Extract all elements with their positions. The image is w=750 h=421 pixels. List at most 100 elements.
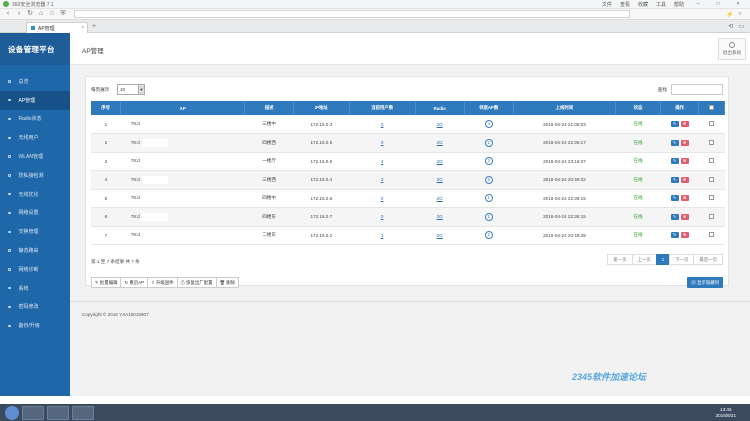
edit-row-button[interactable]: ✎: [670, 176, 679, 183]
row-checkbox[interactable]: [709, 121, 715, 126]
table-row[interactable]: 6 78:d 四楼东 172.16.0.7 0 2G 1 2016-04-24 22:36:1…: [91, 207, 725, 227]
sidebar-item-system[interactable]: 系统: [0, 279, 70, 298]
sidebar-item-network-settings[interactable]: 网络设置: [0, 204, 70, 223]
menu-tools[interactable]: 工具: [656, 1, 666, 8]
factory-reset-button[interactable]: ⚠ 恢复出厂配置: [176, 277, 217, 288]
edit-row-button[interactable]: ✎: [670, 139, 679, 146]
col-header-radio[interactable]: Radio: [415, 101, 465, 115]
neighbors-badge[interactable]: 1: [484, 212, 493, 221]
users-link[interactable]: 0: [381, 214, 384, 219]
col-header-ip[interactable]: IP地址: [293, 101, 350, 115]
lightning-icon[interactable]: ⚡: [726, 11, 733, 18]
start-button[interactable]: [5, 405, 19, 420]
taskbar-browser-icon[interactable]: [47, 405, 69, 420]
delete-row-button[interactable]: ✖: [680, 158, 689, 165]
users-link[interactable]: 0: [381, 140, 384, 145]
radio-link[interactable]: 2G: [437, 140, 443, 145]
col-header-no[interactable]: 序号: [91, 101, 122, 115]
sidebar-item-backup-upgrade[interactable]: 备份/升级: [0, 316, 70, 335]
taskbar-explorer-icon[interactable]: [22, 405, 44, 420]
last-page-button[interactable]: 最后一页: [693, 254, 723, 265]
menu-file[interactable]: 文件: [602, 1, 612, 8]
url-input[interactable]: [74, 10, 630, 18]
users-link[interactable]: 2: [381, 122, 384, 127]
minimize-icon[interactable]: –: [692, 1, 704, 7]
row-checkbox[interactable]: [709, 195, 715, 201]
page-1-button[interactable]: 1: [655, 254, 671, 265]
forward-icon[interactable]: ›: [15, 10, 23, 18]
table-row[interactable]: 5 78:d 四楼中 172.16.0.6 0 2G 1 2016-04-24 22:36:1…: [91, 189, 725, 208]
col-header-status[interactable]: 状态: [615, 101, 661, 115]
delete-row-button[interactable]: ✖: [680, 232, 689, 239]
neighbors-badge[interactable]: 2: [484, 231, 493, 240]
sidebar-item-wlan-management[interactable]: WLAN管理: [0, 147, 70, 166]
col-header-actions[interactable]: 操作: [660, 101, 700, 115]
edit-row-button[interactable]: ✎: [670, 232, 679, 239]
row-checkbox[interactable]: [709, 139, 715, 145]
table-row[interactable]: 4 78:d 三楼西 172.16.0.4 3 2G 2 2016-04-24 20:49:3…: [91, 170, 725, 190]
restart-ap-button[interactable]: ↻ 重启AP: [120, 277, 149, 288]
radio-link[interactable]: 2G: [437, 196, 443, 201]
row-checkbox[interactable]: [709, 232, 715, 238]
neighbors-badge[interactable]: 1: [484, 194, 493, 203]
refresh-icon[interactable]: ↻: [26, 10, 34, 18]
sidebar-item-wireless-users[interactable]: 无线用户: [0, 128, 70, 147]
sidebar-item-static-routes[interactable]: 静态路由: [0, 241, 70, 260]
radio-link[interactable]: 2G: [437, 122, 443, 127]
search-input[interactable]: [671, 84, 723, 95]
batch-edit-button[interactable]: ✎ 批量编辑: [91, 277, 122, 288]
sidebar-item-switch-management[interactable]: 交换管理: [0, 222, 70, 241]
col-header-online-time[interactable]: 上线时间: [513, 101, 617, 115]
restore-tab-icon[interactable]: ⟲: [728, 23, 733, 30]
edit-row-button[interactable]: ✎: [670, 213, 679, 220]
close-window-icon[interactable]: ×: [732, 1, 744, 7]
logout-button[interactable]: 退出系统: [718, 38, 746, 60]
tab-ap-management[interactable]: AP管理 ×: [26, 22, 88, 33]
sidebar-item-network-diagnostics[interactable]: 网络诊断: [0, 260, 70, 279]
users-link[interactable]: 0: [381, 196, 384, 201]
edit-row-button[interactable]: ✎: [670, 195, 679, 202]
upgrade-firmware-button[interactable]: ⇪ 升级固件: [147, 277, 178, 288]
home-icon[interactable]: ⌂: [37, 10, 45, 18]
favorite-star-icon[interactable]: ☆: [48, 10, 56, 18]
taskbar-clock[interactable]: 13:45 2016/9/21: [716, 407, 736, 418]
col-header-neighbors[interactable]: 邻居AP数: [464, 101, 514, 115]
row-checkbox[interactable]: [709, 158, 715, 164]
delete-row-button[interactable]: ✖: [680, 213, 689, 220]
delete-row-button[interactable]: ✖: [680, 176, 689, 183]
close-tab-icon[interactable]: ×: [81, 25, 84, 31]
delete-button[interactable]: 🗑 删除: [215, 277, 240, 288]
sidebar-item-overview[interactable]: 总览: [0, 72, 70, 91]
menu-view[interactable]: 查看: [620, 1, 630, 8]
search-icon[interactable]: ⌕: [739, 11, 742, 18]
users-link[interactable]: 3: [381, 177, 384, 182]
radio-link[interactable]: 2G: [437, 214, 443, 219]
table-row[interactable]: 7 78:d 二楼东 172.16.0.2 1 2G 2 2016-04-24 20:49:2…: [91, 226, 725, 245]
radio-link[interactable]: 2G: [437, 159, 443, 164]
delete-row-button[interactable]: ✖: [680, 139, 689, 146]
prev-page-button[interactable]: 上一页: [631, 254, 657, 265]
sidebar-item-wireless-optimization[interactable]: 无线优化: [0, 185, 70, 204]
table-row[interactable]: 3 78:d 一楼厅 172.16.0.6 4 2G 3 2016-04-24 23:16:3…: [91, 152, 725, 171]
sidebar-item-rogue-detection[interactable]: 防私接检测: [0, 166, 70, 185]
delete-row-button[interactable]: ✖: [680, 121, 689, 127]
neighbors-badge[interactable]: 3: [484, 157, 493, 166]
col-header-desc[interactable]: 描述: [244, 101, 295, 115]
edit-row-button[interactable]: ✎: [670, 158, 679, 165]
sidebar-item-radio-status[interactable]: Radio状态: [0, 110, 70, 129]
table-row[interactable]: 1 78:d 三楼中 172.16.0.3 2 2G 4 2016-04-24 21:05:0…: [91, 115, 725, 134]
menu-favorites[interactable]: 收藏: [638, 1, 648, 8]
neighbors-badge[interactable]: 1: [484, 138, 493, 147]
maximize-icon[interactable]: □: [712, 1, 724, 7]
neighbors-badge[interactable]: 2: [484, 175, 493, 184]
per-page-select[interactable]: 10 ▼: [117, 84, 145, 95]
users-link[interactable]: 1: [381, 233, 384, 238]
tab-list-icon[interactable]: ▭: [738, 23, 744, 30]
select-all-checkbox[interactable]: [709, 105, 715, 110]
row-checkbox[interactable]: [709, 213, 715, 219]
col-header-users[interactable]: 当前用户数: [349, 101, 416, 115]
sidebar-item-change-password[interactable]: 密码修改: [0, 298, 70, 317]
show-hidden-columns-button[interactable]: ▦ 显示隐藏列: [687, 277, 723, 288]
edit-row-button[interactable]: ✎: [670, 121, 679, 127]
table-row[interactable]: 2 78:d 四楼西 172.16.0.5 0 2G 1 2016-04-24 22:36:1…: [91, 133, 725, 153]
